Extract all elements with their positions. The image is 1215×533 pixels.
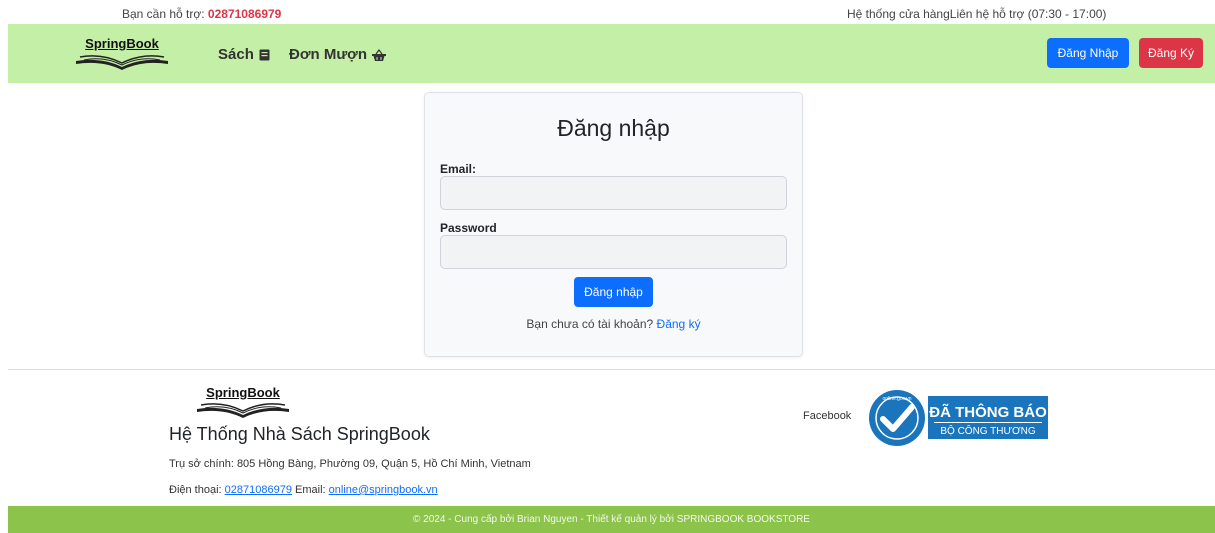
copyright-bar: © 2024 - Cung cấp bởi Brian Nguyen - Thi… bbox=[8, 506, 1215, 533]
nav-books-link[interactable]: Sách bbox=[218, 46, 270, 63]
login-card: Đăng nhập Email: Password Đăng nhập Bạn … bbox=[424, 92, 803, 357]
support-info: Bạn cần hỗ trợ: 02871086979 bbox=[122, 7, 281, 21]
cert-subtitle: BỘ CÔNG THƯƠNG bbox=[940, 424, 1035, 437]
store-contact: Điện thoại: 02871086979 Email: online@sp… bbox=[169, 484, 438, 496]
login-title: Đăng nhập bbox=[557, 115, 670, 141]
phone-label: Điện thoại: bbox=[169, 484, 225, 496]
support-label: Bạn cần hỗ trợ: bbox=[122, 7, 208, 21]
basket-icon bbox=[372, 48, 387, 61]
password-field[interactable] bbox=[440, 235, 787, 269]
email-label: Email: bbox=[440, 162, 477, 176]
email-link[interactable]: online@springbook.vn bbox=[329, 484, 438, 496]
nav-books-label: Sách bbox=[218, 46, 254, 63]
cert-seal-text: online.gov.vn bbox=[882, 396, 911, 402]
store-name: Hệ Thống Nhà Sách SpringBook bbox=[169, 424, 430, 444]
signup-prompt: Bạn chưa có tài khoản? Đăng ký bbox=[425, 317, 802, 331]
open-book-logo-icon bbox=[76, 55, 168, 70]
footer-divider bbox=[8, 369, 1215, 370]
nav-orders-link[interactable]: Đơn Mượn bbox=[289, 46, 387, 63]
login-button[interactable]: Đăng Nhập bbox=[1047, 38, 1129, 68]
no-account-text: Bạn chưa có tài khoản? bbox=[526, 317, 657, 331]
store-address: Trụ sở chính: 805 Hồng Bàng, Phường 09, … bbox=[169, 458, 531, 470]
main-navbar: SpringBook Sách Đơn Mượn Đăng Nhập Đăng … bbox=[8, 24, 1215, 83]
support-phone[interactable]: 02871086979 bbox=[208, 7, 281, 21]
nav-orders-label: Đơn Mượn bbox=[289, 46, 368, 63]
open-book-logo-icon bbox=[197, 403, 289, 418]
password-label: Password bbox=[440, 221, 497, 235]
brand-logo[interactable]: SpringBook bbox=[70, 36, 174, 72]
facebook-link[interactable]: Facebook bbox=[803, 410, 851, 422]
store-hours-info[interactable]: Hệ thống cửa hàngLiên hệ hỗ trợ (07:30 -… bbox=[847, 7, 1106, 21]
ministry-certification-badge[interactable]: online.gov.vn ĐÃ THÔNG BÁO BỘ CÔNG THƯƠN… bbox=[868, 389, 1053, 447]
register-link[interactable]: Đăng ký bbox=[657, 317, 701, 331]
brand-name: SpringBook bbox=[85, 36, 159, 51]
book-icon bbox=[259, 49, 270, 60]
login-submit-button[interactable]: Đăng nhập bbox=[574, 277, 653, 307]
phone-link[interactable]: 02871086979 bbox=[225, 484, 292, 496]
support-topbar: Bạn cần hỗ trợ: 02871086979 Hệ thống cửa… bbox=[0, 0, 1215, 24]
email-field[interactable] bbox=[440, 176, 787, 210]
email-label: Email: bbox=[291, 484, 329, 496]
footer-brand-logo: SpringBook bbox=[192, 385, 294, 419]
footer-brand-name: SpringBook bbox=[206, 385, 280, 400]
register-button[interactable]: Đăng Ký bbox=[1139, 38, 1203, 68]
cert-title: ĐÃ THÔNG BÁO bbox=[929, 403, 1047, 421]
